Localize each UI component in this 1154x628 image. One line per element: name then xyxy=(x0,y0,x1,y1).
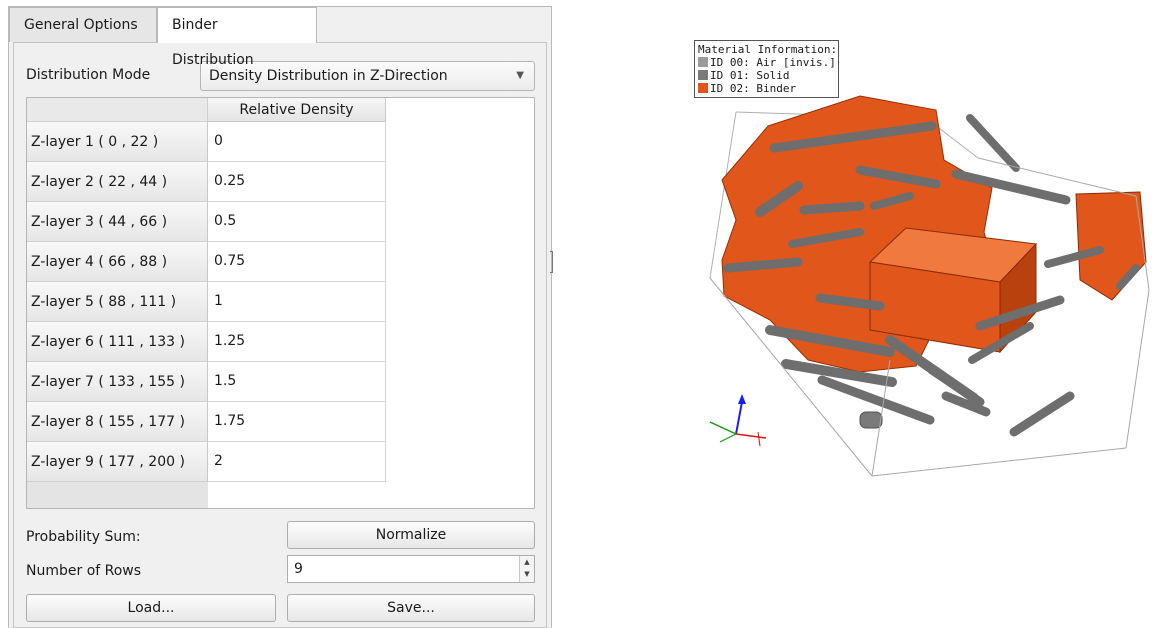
cell-density-2[interactable]: 0.25 xyxy=(208,162,386,202)
cell-density-4[interactable]: 0.75 xyxy=(208,242,386,282)
row-header-6[interactable]: Z-layer 6 ( 111 , 133 ) xyxy=(27,322,208,362)
row-header-8[interactable]: Z-layer 8 ( 155 , 177 ) xyxy=(27,402,208,442)
number-of-rows-label: Number of Rows xyxy=(26,563,142,579)
row-header-9[interactable]: Z-layer 9 ( 177 , 200 ) xyxy=(27,442,208,482)
row-header-2[interactable]: Z-layer 2 ( 22 , 44 ) xyxy=(27,162,208,202)
cell-density-7[interactable]: 1.5 xyxy=(208,362,386,402)
row-header-5[interactable]: Z-layer 5 ( 88 , 111 ) xyxy=(27,282,208,322)
chevron-down-icon: ▼ xyxy=(516,70,524,81)
distribution-mode-label: Distribution Mode xyxy=(26,67,151,83)
legend-item-binder: ID 02: Binder xyxy=(698,82,835,95)
number-of-rows-value: 9 xyxy=(294,561,303,577)
table-empty-area xyxy=(27,482,208,508)
cell-density-8[interactable]: 1.75 xyxy=(208,402,386,442)
tab-binder-distribution[interactable]: Binder Distribution xyxy=(157,7,317,68)
cell-density-3[interactable]: 0.5 xyxy=(208,202,386,242)
save-button[interactable]: Save... xyxy=(287,594,535,622)
header-fill xyxy=(386,98,534,122)
solid-swatch-icon xyxy=(698,70,708,80)
tab-general-options[interactable]: General Options xyxy=(9,7,157,42)
probability-sum-label: Probability Sum: xyxy=(26,529,141,545)
load-button[interactable]: Load... xyxy=(26,594,276,622)
column-header-relative-density[interactable]: Relative Density xyxy=(208,98,386,122)
cell-density-9[interactable]: 2 xyxy=(208,442,386,482)
table-corner xyxy=(27,98,208,122)
number-of-rows-spinbox[interactable]: 9 ▲ ▼ xyxy=(287,555,535,583)
3d-render xyxy=(709,95,1150,477)
axes-triad-icon xyxy=(709,394,767,447)
density-table[interactable]: Relative Density Z-layer 1 ( 0 , 22 ) 0 … xyxy=(26,97,535,509)
material-legend: Material Information: ID 00: Air [invis.… xyxy=(694,40,839,98)
binder-distribution-panel: Distribution Mode Density Distribution i… xyxy=(13,42,547,628)
normalize-button[interactable]: Normalize xyxy=(287,521,535,549)
legend-item-solid: ID 01: Solid xyxy=(698,69,835,82)
air-swatch-icon xyxy=(698,57,708,67)
cell-density-6[interactable]: 1.25 xyxy=(208,322,386,362)
cell-density-5[interactable]: 1 xyxy=(208,282,386,322)
row-header-1[interactable]: Z-layer 1 ( 0 , 22 ) xyxy=(27,122,208,162)
3d-view[interactable]: Material Information: ID 00: Air [invis.… xyxy=(560,0,1154,628)
spin-arrows-icon[interactable]: ▲ ▼ xyxy=(519,556,534,582)
row-header-4[interactable]: Z-layer 4 ( 66 , 88 ) xyxy=(27,242,208,282)
row-header-7[interactable]: Z-layer 7 ( 133 , 155 ) xyxy=(27,362,208,402)
binder-swatch-icon xyxy=(698,83,708,93)
legend-title: Material Information: xyxy=(698,43,838,56)
legend-item-air: ID 00: Air [invis.] xyxy=(698,56,836,69)
cell-density-1[interactable]: 0 xyxy=(208,122,386,162)
row-header-3[interactable]: Z-layer 3 ( 44 , 66 ) xyxy=(27,202,208,242)
tab-bar: General Options Binder Distribution xyxy=(9,7,551,68)
binder-dialog: General Options Binder Distribution Dist… xyxy=(8,6,552,628)
splitter-handle[interactable] xyxy=(550,251,553,273)
